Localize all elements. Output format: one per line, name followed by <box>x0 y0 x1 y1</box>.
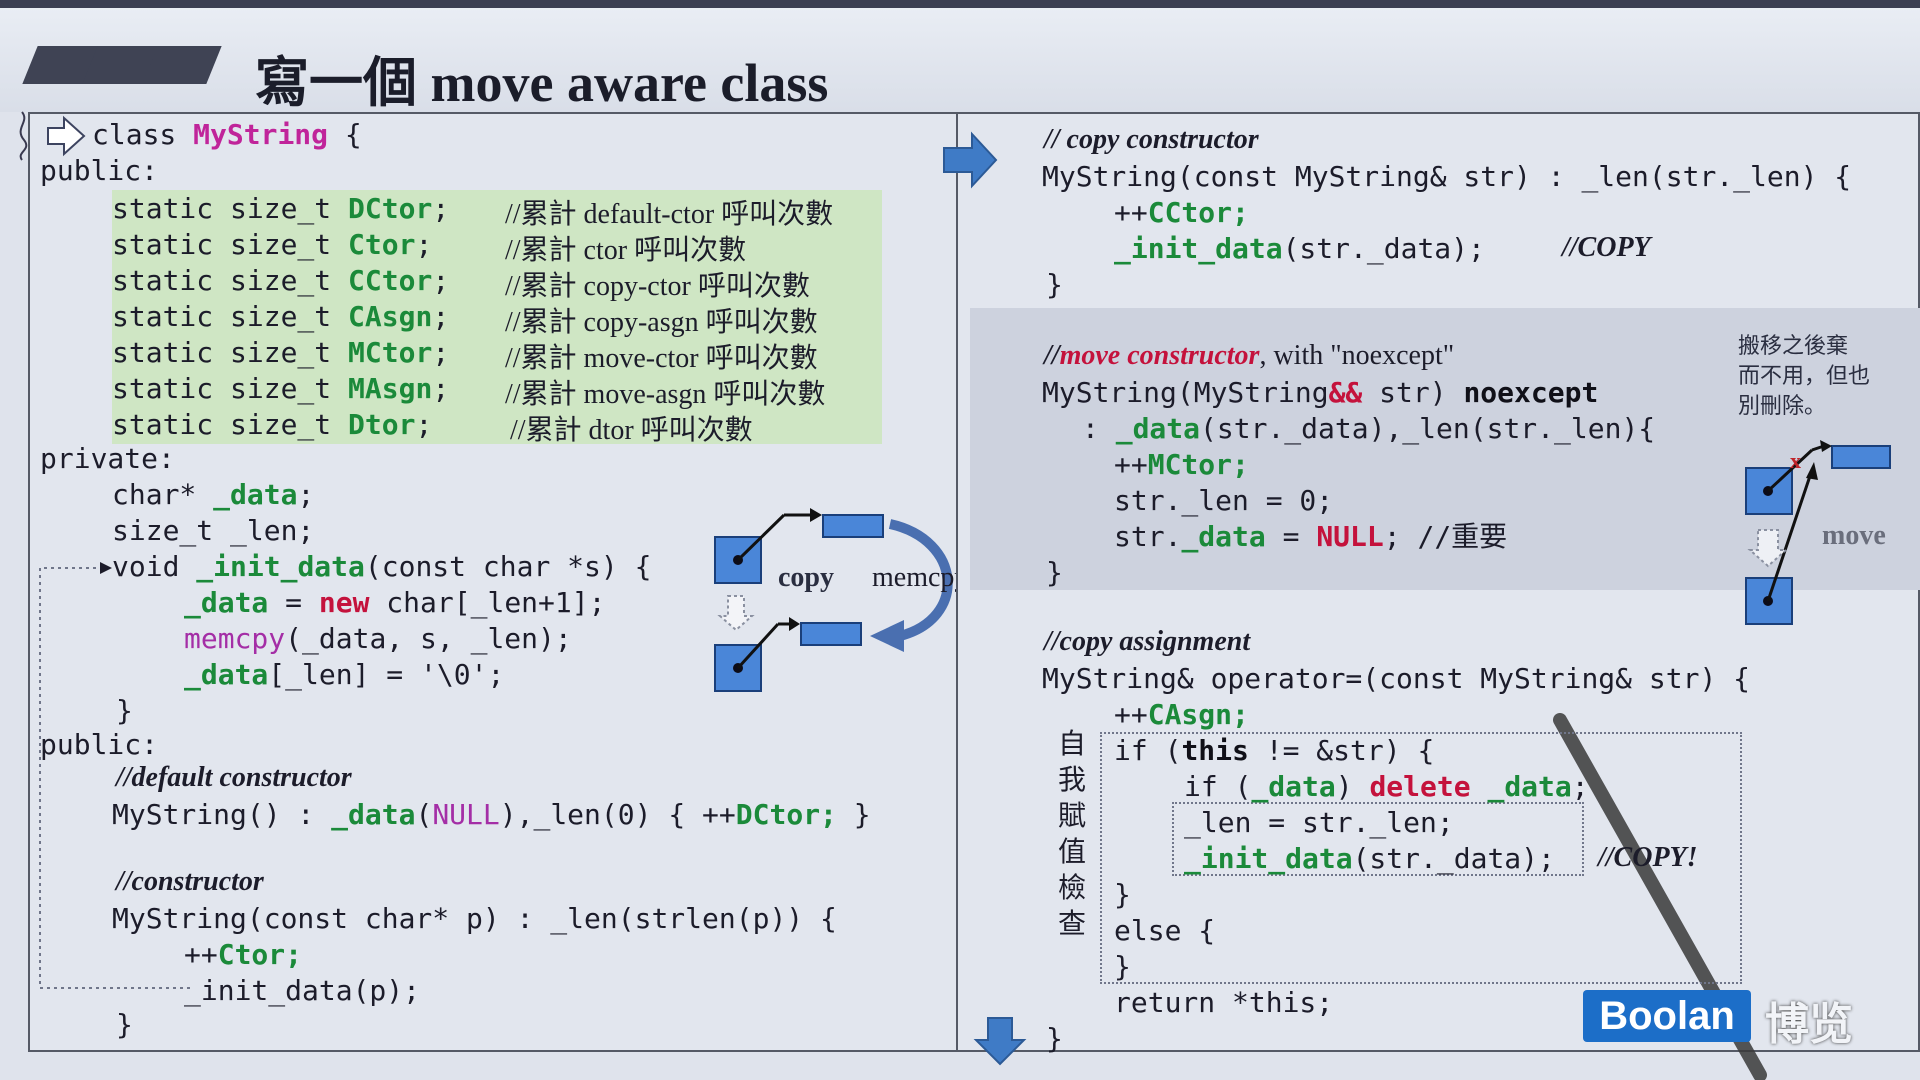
right-arrow-icon <box>943 131 998 189</box>
copy-ctor-increment: ++CCtor; <box>1114 196 1249 229</box>
down-arrow-icon <box>973 1017 1027 1066</box>
move-label: move <box>1822 520 1886 551</box>
copy-asgn-signature: MyString& operator=(const MyString& str)… <box>1042 662 1751 695</box>
copy-ctor-close: } <box>1046 268 1063 301</box>
copy-asgn-close: } <box>1046 1022 1063 1055</box>
else-open: else { <box>1114 914 1216 947</box>
move-ctor-close: } <box>1046 556 1063 589</box>
if-delete-data: if (_data) delete _data; <box>1184 770 1589 803</box>
move-note-line: 搬移之後棄 <box>1738 334 1849 359</box>
copy-ctor-copy-comment: //COPY <box>1562 232 1651 263</box>
boolan-logo-cn: 博览 <box>1765 999 1853 1050</box>
move-ctor-data-reset: str._data = NULL; //重要 <box>1114 520 1508 553</box>
move-note: 搬移之後棄 而不用，但也 別刪除。 <box>1738 332 1870 422</box>
if-close: } <box>1114 878 1131 911</box>
move-note-line: 而不用，但也 <box>1738 364 1871 389</box>
copy-comment: //COPY! <box>1598 842 1698 873</box>
else-close: } <box>1114 950 1131 983</box>
self-assignment-check-label: 自 我 賦 值 檢 查 <box>1057 727 1086 940</box>
move-ctor-init-list: : _data(str._data),_len(str._len){ <box>1082 412 1656 445</box>
init-data-call: _init_data(str._data); <box>1184 842 1555 875</box>
move-note-line: 別刪除。 <box>1738 394 1827 419</box>
move-ctor-signature: MyString(MyString&& str) noexcept <box>1042 376 1599 409</box>
boolan-logo: Boolan <box>1583 990 1751 1042</box>
len-assign: _len = str._len; <box>1184 806 1454 839</box>
copy-asgn-comment: //copy assignment <box>1044 626 1251 657</box>
copy-ctor-init-call: _init_data(str._data); <box>1114 232 1485 265</box>
if-self-check: if (this != &str) { <box>1114 734 1435 767</box>
move-buffer <box>1831 445 1891 469</box>
copy-ctor-comment: // copy constructor <box>1044 124 1259 155</box>
move-ctor-increment: ++MCtor; <box>1114 448 1249 481</box>
move-x-mark: x <box>1790 448 1801 473</box>
return-statement: return *this; <box>1114 986 1334 1019</box>
move-ctor-len-reset: str._len = 0; <box>1114 484 1334 517</box>
copy-ctor-signature: MyString(const MyString& str) : _len(str… <box>1042 160 1852 193</box>
move-ctor-comment: //move constructor, with "noexcept" <box>1044 340 1455 371</box>
copy-asgn-increment: ++CAsgn; <box>1114 698 1249 731</box>
